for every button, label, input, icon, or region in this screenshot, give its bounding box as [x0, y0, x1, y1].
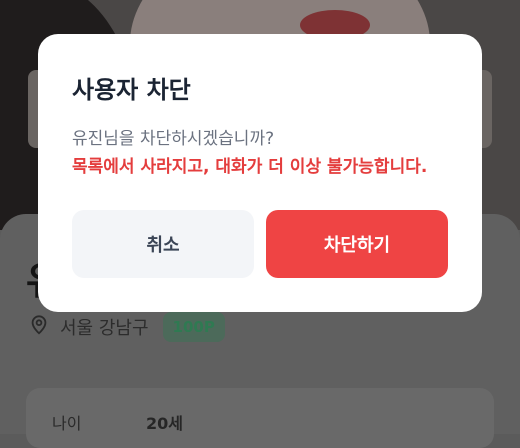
block-user-dialog: 사용자 차단 유진님을 차단하시겠습니까? 목록에서 사라지고, 대화가 더 이… [38, 34, 482, 312]
points-badge: 100P [162, 312, 225, 342]
dialog-message: 유진님을 차단하시겠습니까? [72, 129, 275, 149]
location-row: 서울 강남구 100P [28, 312, 225, 342]
info-value: 20세 [146, 414, 183, 433]
block-confirm-button[interactable]: 차단하기 [266, 210, 448, 278]
location-pin-icon [28, 314, 50, 341]
dialog-warning: 목록에서 사라지고, 대화가 더 이상 불가능합니다. [72, 157, 428, 177]
cancel-button[interactable]: 취소 [72, 210, 254, 278]
dialog-title: 사용자 차단 [72, 76, 191, 104]
info-card [26, 388, 494, 448]
location-text: 서울 강남구 [60, 318, 149, 339]
info-label: 나이 [52, 414, 82, 433]
